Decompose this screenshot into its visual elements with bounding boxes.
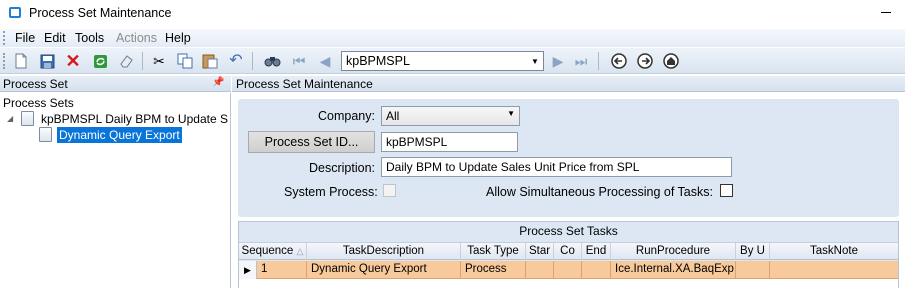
column-header-by-u[interactable]: By U	[736, 243, 770, 260]
process-set-id-button[interactable]: Process Set ID...	[248, 131, 375, 153]
system-process-checkbox[interactable]	[383, 184, 396, 197]
cell-by-u[interactable]	[736, 261, 770, 278]
maintenance-panel-header: Process Set Maintenance	[232, 76, 905, 92]
prev-icon[interactable]: ◀	[316, 52, 334, 70]
cell-sequence[interactable]: 1	[257, 261, 307, 278]
company-value: All	[386, 109, 400, 123]
cell-star[interactable]	[526, 261, 554, 278]
grid-title: Process Set Tasks	[519, 224, 618, 238]
menu-tools[interactable]: Tools	[75, 31, 104, 45]
column-header-sequence[interactable]: Sequence △	[239, 243, 307, 260]
menu-edit[interactable]: Edit	[44, 31, 66, 45]
process-set-tree: Process Sets ◢ kpBPMSPL Daily BPM to Upd…	[0, 93, 231, 288]
app-icon	[9, 7, 21, 18]
process-set-panel-header: Process Set 📌	[0, 76, 231, 92]
new-icon[interactable]	[12, 52, 30, 70]
chevron-down-icon[interactable]: ▼	[528, 53, 542, 69]
clear-icon[interactable]	[117, 52, 135, 70]
toolbar-separator	[252, 52, 253, 70]
first-icon[interactable]: ⏮	[290, 52, 308, 70]
grid-empty-area	[239, 279, 898, 288]
process-set-icon	[21, 111, 34, 126]
save-icon[interactable]	[38, 52, 56, 70]
column-header-task-type[interactable]: Task Type	[461, 243, 526, 260]
delete-icon[interactable]: ✕	[64, 52, 82, 70]
next-icon[interactable]: ▶	[549, 52, 567, 70]
back-icon[interactable]	[610, 52, 628, 70]
record-selector-value: kpBPMSPL	[346, 54, 410, 68]
task-icon	[39, 127, 52, 142]
last-icon[interactable]: ⏭	[572, 52, 590, 70]
paste-icon[interactable]	[201, 52, 219, 70]
menu-grip[interactable]	[3, 31, 6, 45]
refresh-icon[interactable]	[91, 52, 109, 70]
company-select[interactable]: All ▼	[381, 106, 520, 126]
cell-task-note[interactable]	[770, 261, 898, 278]
column-header-task-description[interactable]: TaskDescription	[307, 243, 461, 260]
toolbar-grip[interactable]	[3, 53, 6, 69]
simultaneous-processing-checkbox[interactable]	[720, 184, 733, 197]
menu-actions[interactable]: Actions	[116, 31, 157, 45]
column-header-run-procedure[interactable]: RunProcedure	[611, 243, 736, 260]
process-set-id-input[interactable]: kpBPMSPL	[381, 132, 518, 152]
menu-file[interactable]: File	[15, 31, 35, 45]
table-row[interactable]: ▶ 1 Dynamic Query Export Process Ice.Int…	[239, 261, 898, 279]
description-input[interactable]: Daily BPM to Update Sales Unit Price fro…	[381, 157, 732, 177]
row-selector-icon[interactable]: ▶	[239, 261, 257, 279]
cut-icon[interactable]: ✂	[150, 52, 168, 70]
tree-node-process-set[interactable]: kpBPMSPL Daily BPM to Update S	[41, 112, 228, 126]
toolbar-separator	[598, 52, 599, 70]
cell-end[interactable]	[582, 261, 611, 278]
pin-icon[interactable]: 📌	[212, 77, 224, 88]
record-selector-combo[interactable]: kpBPMSPL ▼	[341, 51, 544, 71]
grid-header: Sequence △ TaskDescription Task Type Sta…	[239, 242, 898, 260]
cell-co[interactable]	[554, 261, 582, 278]
tree-root[interactable]: Process Sets	[3, 96, 74, 110]
window-title: Process Set Maintenance	[29, 6, 172, 20]
search-icon[interactable]	[263, 52, 281, 70]
undo-icon[interactable]: ↶	[227, 52, 245, 70]
column-header-task-note[interactable]: TaskNote	[770, 243, 898, 260]
tree-node-task[interactable]: Dynamic Query Export	[57, 127, 182, 143]
menu-bar: File Edit Tools Actions Help	[0, 29, 905, 47]
description-label: Description:	[309, 161, 375, 175]
minimize-button[interactable]	[881, 12, 891, 13]
system-process-label: System Process:	[284, 185, 378, 199]
collapse-icon[interactable]: ◢	[7, 114, 13, 123]
process-set-panel-title: Process Set	[3, 77, 68, 91]
column-header-star[interactable]: Star	[526, 243, 554, 260]
column-header-end[interactable]: End	[582, 243, 611, 260]
title-bar: Process Set Maintenance	[0, 0, 905, 27]
column-header-co[interactable]: Co	[554, 243, 582, 260]
menu-help[interactable]: Help	[165, 31, 191, 45]
cell-run-procedure[interactable]: Ice.Internal.XA.BaqExp	[611, 261, 736, 278]
column-label: Sequence	[241, 245, 294, 257]
toolbar-separator	[142, 52, 143, 70]
chevron-down-icon[interactable]: ▼	[507, 109, 515, 118]
maintenance-panel-title: Process Set Maintenance	[236, 77, 373, 91]
company-label: Company:	[318, 109, 375, 123]
sort-ascending-icon: △	[296, 246, 304, 256]
copy-icon[interactable]	[176, 52, 194, 70]
cell-task-type[interactable]: Process	[461, 261, 526, 278]
simultaneous-processing-label: Allow Simultaneous Processing of Tasks:	[486, 185, 713, 199]
home-icon[interactable]	[662, 52, 680, 70]
forward-icon[interactable]	[636, 52, 654, 70]
cell-task-description[interactable]: Dynamic Query Export	[307, 261, 461, 278]
